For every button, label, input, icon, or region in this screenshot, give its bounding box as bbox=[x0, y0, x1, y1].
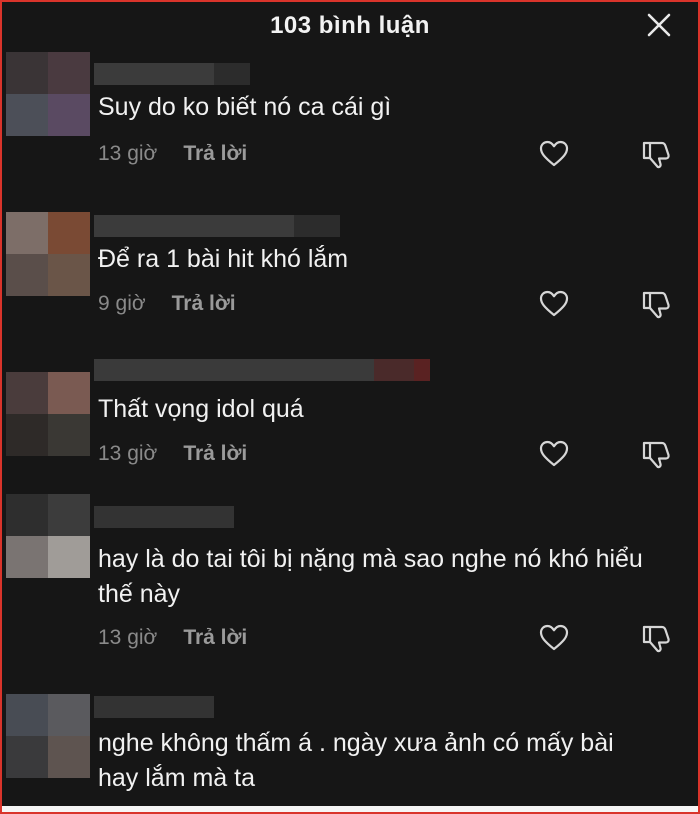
thumbs-down-icon[interactable] bbox=[640, 438, 672, 470]
comment-count-title: 103 bình luận bbox=[270, 12, 430, 39]
avatar[interactable] bbox=[6, 212, 90, 296]
comment-time: 13 giờ bbox=[98, 626, 158, 649]
avatar[interactable] bbox=[6, 694, 90, 778]
username-blurred[interactable] bbox=[94, 359, 430, 381]
username-blurred[interactable] bbox=[94, 63, 250, 85]
username-blurred[interactable] bbox=[94, 215, 340, 237]
comment-text: nghe không thấm á . ngày xưa ảnh có mấy … bbox=[98, 729, 614, 792]
heart-icon[interactable] bbox=[538, 622, 570, 654]
username-blurred[interactable] bbox=[94, 506, 234, 528]
comment-time: 13 giờ bbox=[98, 142, 158, 165]
comments-panel: 103 bình luận Suy do ko biết nó ca cái g… bbox=[0, 0, 700, 814]
thumbs-down-icon[interactable] bbox=[640, 138, 672, 170]
close-icon[interactable] bbox=[644, 10, 674, 40]
avatar[interactable] bbox=[6, 494, 90, 578]
avatar[interactable] bbox=[6, 372, 90, 456]
comment-text: Suy do ko biết nó ca cái gì bbox=[98, 93, 392, 121]
comments-header: 103 bình luận bbox=[2, 2, 698, 54]
heart-icon[interactable] bbox=[538, 138, 570, 170]
reply-button[interactable]: Trả lời bbox=[183, 142, 247, 166]
comment-meta: 13 giờ Trả lời bbox=[98, 626, 247, 650]
comment-text: hay là do tai tôi bị nặng mà sao nghe nó… bbox=[98, 545, 643, 608]
comment-meta: 9 giờ Trả lời bbox=[98, 292, 236, 316]
avatar[interactable] bbox=[6, 52, 90, 136]
comment-meta: 13 giờ Trả lời bbox=[98, 442, 247, 466]
comment-meta: 13 giờ Trả lời bbox=[98, 142, 247, 166]
reply-button[interactable]: Trả lời bbox=[183, 626, 247, 650]
reply-button[interactable]: Trả lời bbox=[183, 442, 247, 466]
username-blurred[interactable] bbox=[94, 696, 214, 718]
comment-text: Để ra 1 bài hit khó lắm bbox=[98, 245, 349, 273]
comment-time: 9 giờ bbox=[98, 292, 146, 315]
thumbs-down-icon[interactable] bbox=[640, 288, 672, 320]
heart-icon[interactable] bbox=[538, 438, 570, 470]
reply-button[interactable]: Trả lời bbox=[172, 292, 236, 316]
heart-icon[interactable] bbox=[538, 288, 570, 320]
bottom-strip bbox=[2, 806, 698, 812]
comment-time: 13 giờ bbox=[98, 442, 158, 465]
comment-text: Thất vọng idol quá bbox=[98, 395, 304, 423]
thumbs-down-icon[interactable] bbox=[640, 622, 672, 654]
